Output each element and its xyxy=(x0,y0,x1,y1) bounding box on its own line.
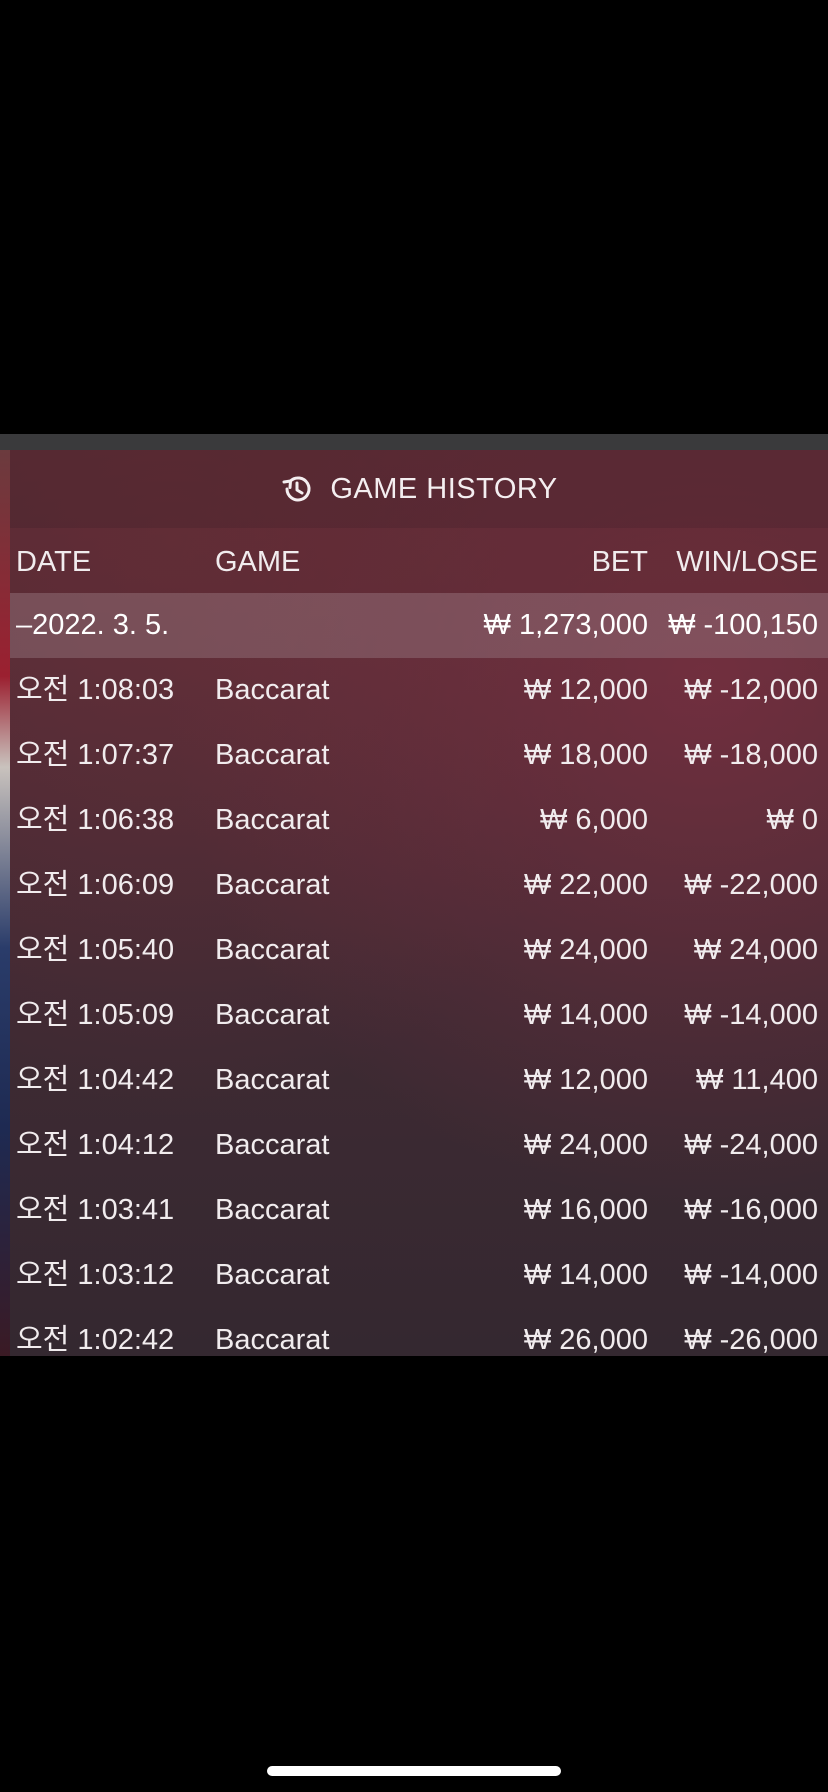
row-time: 오전 1:05:40 xyxy=(16,934,175,966)
row-win-lose: ₩ 11,400 xyxy=(696,1064,818,1096)
game-history-panel: GAME HISTORY DATE GAME BET WIN/LOSE –202… xyxy=(10,450,828,1356)
panel-title: GAME HISTORY xyxy=(330,472,558,505)
row-time: 오전 1:06:38 xyxy=(16,804,175,836)
column-header-date[interactable]: DATE xyxy=(16,548,91,577)
row-game: Baccarat xyxy=(215,934,330,966)
table-row[interactable]: 오전 1:04:42 Baccarat ₩ 12,000 ₩ 11,400 xyxy=(10,1048,828,1113)
row-bet: ₩ 24,000 xyxy=(523,934,648,966)
row-time: 오전 1:03:41 xyxy=(16,1194,175,1226)
row-time: 오전 1:02:42 xyxy=(16,1324,175,1356)
row-game: Baccarat xyxy=(215,869,330,901)
row-time: 오전 1:07:37 xyxy=(16,739,175,771)
date-summary-row[interactable]: –2022. 3. 5. ₩ 1,273,000 ₩ -100,150 xyxy=(10,593,828,658)
row-bet: ₩ 14,000 xyxy=(523,999,648,1031)
row-time: 오전 1:05:09 xyxy=(16,999,175,1031)
row-time: 오전 1:03:12 xyxy=(16,1259,175,1291)
row-game: Baccarat xyxy=(215,804,330,836)
row-time: 오전 1:06:09 xyxy=(16,869,175,901)
column-header-win-lose[interactable]: WIN/LOSE xyxy=(676,548,818,577)
table-header: DATE GAME BET WIN/LOSE xyxy=(10,528,828,593)
row-time: 오전 1:08:03 xyxy=(16,674,175,706)
summary-date: –2022. 3. 5. xyxy=(16,609,170,641)
row-bet: ₩ 22,000 xyxy=(523,869,648,901)
screen: GAME HISTORY DATE GAME BET WIN/LOSE –202… xyxy=(0,0,828,1792)
table-row[interactable]: 오전 1:04:12 Baccarat ₩ 24,000 ₩ -24,000 xyxy=(10,1113,828,1178)
row-time: 오전 1:04:12 xyxy=(16,1129,175,1161)
row-game: Baccarat xyxy=(215,1259,330,1291)
summary-win-lose-total: ₩ -100,150 xyxy=(668,609,818,641)
row-bet: ₩ 12,000 xyxy=(523,674,648,706)
row-game: Baccarat xyxy=(215,1129,330,1161)
row-game: Baccarat xyxy=(215,999,330,1031)
table-row[interactable]: 오전 1:06:09 Baccarat ₩ 22,000 ₩ -22,000 xyxy=(10,853,828,918)
summary-bet-total: ₩ 1,273,000 xyxy=(483,609,648,641)
table-row[interactable]: 오전 1:03:12 Baccarat ₩ 14,000 ₩ -14,000 xyxy=(10,1243,828,1308)
table-row[interactable]: 오전 1:05:09 Baccarat ₩ 14,000 ₩ -14,000 xyxy=(10,983,828,1048)
row-game: Baccarat xyxy=(215,1064,330,1096)
row-game: Baccarat xyxy=(215,739,330,771)
table-row[interactable]: 오전 1:07:37 Baccarat ₩ 18,000 ₩ -18,000 xyxy=(10,723,828,788)
row-win-lose: ₩ -18,000 xyxy=(684,739,818,771)
history-icon xyxy=(280,472,314,506)
row-win-lose: ₩ -26,000 xyxy=(684,1324,818,1356)
table-row[interactable]: 오전 1:03:41 Baccarat ₩ 16,000 ₩ -16,000 xyxy=(10,1178,828,1243)
home-indicator[interactable] xyxy=(267,1766,561,1776)
row-game: Baccarat xyxy=(215,674,330,706)
background-game-strip xyxy=(0,450,10,1356)
row-bet: ₩ 16,000 xyxy=(523,1194,648,1226)
row-bet: ₩ 24,000 xyxy=(523,1129,648,1161)
row-win-lose: ₩ 24,000 xyxy=(693,934,818,966)
row-game: Baccarat xyxy=(215,1194,330,1226)
row-win-lose: ₩ -14,000 xyxy=(684,1259,818,1291)
table-row[interactable]: 오전 1:05:40 Baccarat ₩ 24,000 ₩ 24,000 xyxy=(10,918,828,983)
row-bet: ₩ 6,000 xyxy=(540,804,648,836)
row-time: 오전 1:04:42 xyxy=(16,1064,175,1096)
row-win-lose: ₩ -14,000 xyxy=(684,999,818,1031)
table-row[interactable]: 오전 1:08:03 Baccarat ₩ 12,000 ₩ -12,000 xyxy=(10,658,828,723)
row-win-lose: ₩ -24,000 xyxy=(684,1129,818,1161)
row-bet: ₩ 12,000 xyxy=(523,1064,648,1096)
column-header-bet[interactable]: BET xyxy=(592,548,648,577)
row-game: Baccarat xyxy=(215,1324,330,1356)
row-win-lose: ₩ 0 xyxy=(766,804,818,836)
row-win-lose: ₩ -22,000 xyxy=(684,869,818,901)
row-win-lose: ₩ -12,000 xyxy=(684,674,818,706)
table-row[interactable]: 오전 1:02:42 Baccarat ₩ 26,000 ₩ -26,000 xyxy=(10,1308,828,1356)
column-header-game[interactable]: GAME xyxy=(215,548,300,577)
row-win-lose: ₩ -16,000 xyxy=(684,1194,818,1226)
row-bet: ₩ 18,000 xyxy=(523,739,648,771)
row-bet: ₩ 14,000 xyxy=(523,1259,648,1291)
row-bet: ₩ 26,000 xyxy=(523,1324,648,1356)
table-row[interactable]: 오전 1:06:38 Baccarat ₩ 6,000 ₩ 0 xyxy=(10,788,828,853)
panel-top-border xyxy=(0,434,828,450)
panel-header: GAME HISTORY xyxy=(10,450,828,528)
